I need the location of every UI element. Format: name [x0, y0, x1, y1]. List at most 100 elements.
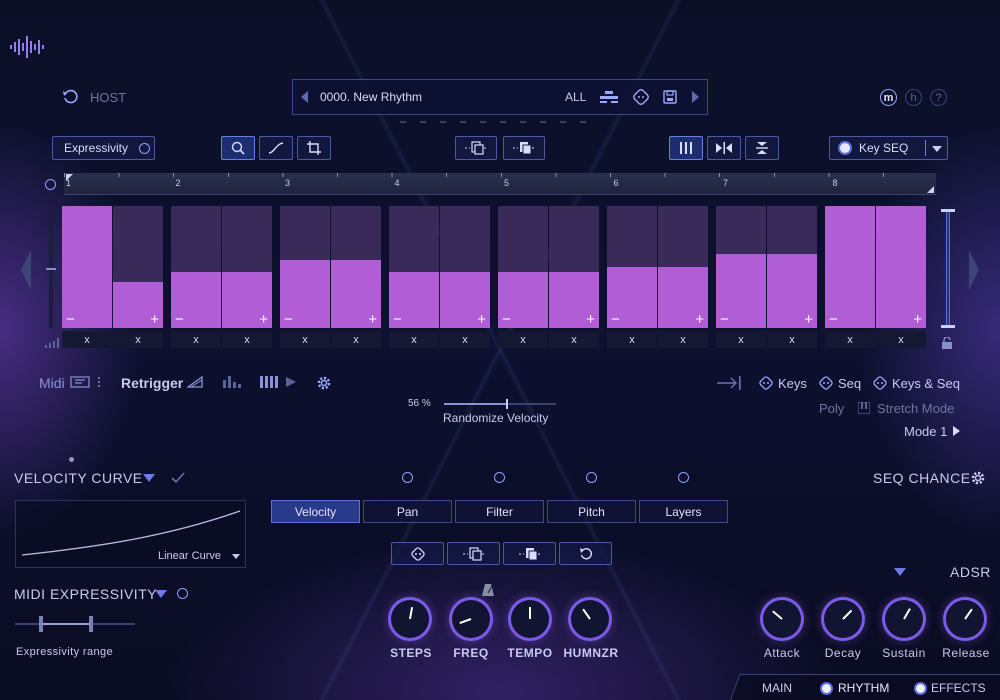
- step-mute-toggle[interactable]: x: [389, 331, 439, 348]
- nav-rhythm[interactable]: RHYTHM: [838, 681, 889, 695]
- reverse-button[interactable]: [707, 136, 741, 160]
- loop-end-marker-icon[interactable]: [927, 186, 934, 193]
- tab-dot-pitch[interactable]: [586, 472, 597, 483]
- step-column[interactable]: −: [498, 206, 548, 328]
- step-mute-toggle[interactable]: x: [767, 331, 817, 348]
- step-mute-toggle[interactable]: x: [498, 331, 548, 348]
- step-column[interactable]: −: [171, 206, 221, 328]
- nav-effects[interactable]: EFFECTS: [931, 681, 986, 695]
- categories-icon[interactable]: [599, 89, 619, 105]
- paste-tab-button[interactable]: [503, 542, 556, 565]
- step-column[interactable]: +: [658, 206, 708, 328]
- step-increase-icon[interactable]: +: [368, 312, 377, 327]
- step-column[interactable]: −: [62, 206, 112, 328]
- scroll-right-icon[interactable]: [968, 248, 980, 292]
- step-column[interactable]: −: [389, 206, 439, 328]
- steps-knob[interactable]: [391, 600, 429, 638]
- step-mute-toggle[interactable]: x: [607, 331, 657, 348]
- step-mute-toggle[interactable]: x: [716, 331, 766, 348]
- expressivity-range-high-handle[interactable]: [89, 616, 93, 632]
- step-mute-toggle[interactable]: x: [549, 331, 599, 348]
- jump-to-end-icon[interactable]: [716, 374, 742, 392]
- randomize-keys-label[interactable]: Keys: [778, 376, 807, 391]
- tab-pitch[interactable]: Pitch: [547, 500, 636, 523]
- step-column[interactable]: +: [222, 206, 272, 328]
- zoom-button[interactable]: [221, 136, 255, 160]
- adsr-dropdown-icon[interactable]: [894, 568, 906, 576]
- curve-type-label[interactable]: Linear Curve: [158, 550, 221, 562]
- paste-button[interactable]: [503, 136, 545, 160]
- step-increase-icon[interactable]: +: [259, 312, 268, 327]
- dice-seq-icon[interactable]: [819, 376, 833, 390]
- humnzr-knob[interactable]: [571, 600, 609, 638]
- step-mute-toggle[interactable]: x: [658, 331, 708, 348]
- expressivity-range-slider[interactable]: [15, 616, 135, 632]
- step-play-icon[interactable]: [259, 375, 299, 389]
- tab-dot-layers[interactable]: [678, 472, 689, 483]
- step-column[interactable]: +: [876, 206, 926, 328]
- randomize-velocity-slider[interactable]: [444, 399, 556, 409]
- step-decrease-icon[interactable]: −: [284, 312, 293, 327]
- prev-preset-icon[interactable]: [299, 89, 311, 105]
- step-column[interactable]: +: [440, 206, 490, 328]
- mode-select-label[interactable]: Mode 1: [904, 424, 947, 439]
- step-mute-toggle[interactable]: x: [440, 331, 490, 348]
- velocity-sequencer[interactable]: − x + x − x + x − x + x − x + x − x + x − x + x − x + x − x + x: [62, 206, 937, 348]
- midi-badge[interactable]: m: [880, 89, 897, 106]
- step-mute-toggle[interactable]: x: [171, 331, 221, 348]
- step-column[interactable]: +: [331, 206, 381, 328]
- copy-button[interactable]: [455, 136, 497, 160]
- tab-dot-pan[interactable]: [402, 472, 413, 483]
- lock-icon[interactable]: [940, 336, 954, 350]
- midi-keyboard-icon[interactable]: [69, 374, 91, 390]
- metronome-icon[interactable]: [481, 582, 495, 598]
- expressivity-button[interactable]: Expressivity: [52, 136, 155, 160]
- step-column[interactable]: −: [825, 206, 875, 328]
- curve-tool-button[interactable]: [259, 136, 293, 160]
- expressivity-range-low-handle[interactable]: [39, 616, 43, 632]
- help-badge[interactable]: ?: [930, 89, 947, 106]
- randomize-tab-button[interactable]: [391, 542, 444, 565]
- dice-keys-seq-icon[interactable]: [873, 376, 887, 390]
- step-mute-toggle[interactable]: x: [222, 331, 272, 348]
- step-column[interactable]: −: [716, 206, 766, 328]
- next-preset-icon[interactable]: [689, 89, 701, 105]
- poly-label[interactable]: Poly: [819, 401, 844, 416]
- left-range-handle[interactable]: [46, 268, 56, 270]
- reset-tab-button[interactable]: [559, 542, 612, 565]
- right-range-bottom-handle[interactable]: [941, 325, 955, 328]
- step-velocity-bar[interactable]: [876, 206, 926, 328]
- randomize-seq-label[interactable]: Seq: [838, 376, 861, 391]
- filter-all[interactable]: ALL: [565, 90, 586, 104]
- step-decrease-icon[interactable]: −: [502, 312, 511, 327]
- retrigger-ramp-icon[interactable]: [186, 374, 204, 390]
- midi-expressivity-dropdown-icon[interactable]: [155, 590, 167, 598]
- copy-tab-button[interactable]: [447, 542, 500, 565]
- step-mute-toggle[interactable]: x: [280, 331, 330, 348]
- seq-chance-gear-icon[interactable]: [969, 469, 987, 487]
- step-velocity-bar[interactable]: [62, 206, 112, 328]
- step-column[interactable]: −: [607, 206, 657, 328]
- step-increase-icon[interactable]: +: [477, 312, 486, 327]
- step-increase-icon[interactable]: +: [150, 312, 159, 327]
- help-h-badge[interactable]: h: [905, 89, 922, 106]
- mode-arrow-icon[interactable]: [953, 426, 960, 436]
- step-column[interactable]: −: [280, 206, 330, 328]
- tab-pan[interactable]: Pan: [363, 500, 452, 523]
- stretch-mode-label[interactable]: Stretch Mode: [877, 401, 954, 416]
- tab-velocity[interactable]: Velocity: [271, 500, 360, 523]
- right-range-top-handle[interactable]: [941, 209, 955, 212]
- step-mute-toggle[interactable]: x: [331, 331, 381, 348]
- dice-keys-icon[interactable]: [759, 376, 773, 390]
- retrigger-label[interactable]: Retrigger: [121, 375, 183, 391]
- tab-layers[interactable]: Layers: [639, 500, 728, 523]
- undo-icon[interactable]: [62, 89, 78, 105]
- tab-filter[interactable]: Filter: [455, 500, 544, 523]
- randomize-velocity-handle[interactable]: [505, 399, 508, 409]
- freq-knob[interactable]: [452, 600, 490, 638]
- step-mute-toggle[interactable]: x: [825, 331, 875, 348]
- tab-dot-filter[interactable]: [494, 472, 505, 483]
- step-mute-toggle[interactable]: x: [113, 331, 163, 348]
- curve-type-dropdown-icon[interactable]: [232, 554, 240, 559]
- step-velocity-bar[interactable]: [825, 206, 875, 328]
